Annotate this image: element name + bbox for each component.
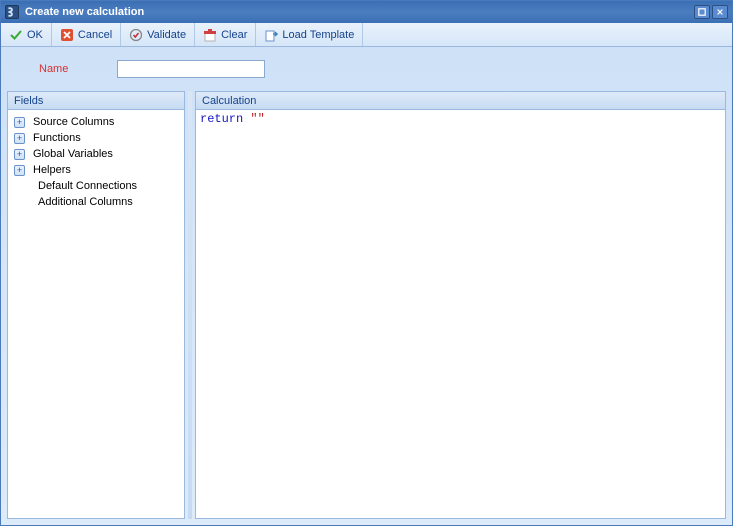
cancel-label: Cancel bbox=[78, 29, 112, 41]
check-icon bbox=[9, 28, 23, 42]
name-label: Name bbox=[39, 63, 117, 75]
calculation-panel: Calculation return "" bbox=[195, 91, 726, 519]
validate-button[interactable]: Validate bbox=[121, 23, 195, 46]
load-template-button[interactable]: Load Template bbox=[256, 23, 363, 46]
tree-item-source-columns[interactable]: + Source Columns bbox=[10, 114, 182, 130]
validate-label: Validate bbox=[147, 29, 186, 41]
dialog-window: Create new calculation OK Cancel Validat… bbox=[0, 0, 733, 526]
cancel-icon bbox=[60, 28, 74, 42]
tree-item-helpers[interactable]: + Helpers bbox=[10, 162, 182, 178]
cancel-button[interactable]: Cancel bbox=[52, 23, 121, 46]
load-template-icon bbox=[264, 28, 278, 42]
fields-panel: Fields + Source Columns + Functions + Gl… bbox=[7, 91, 185, 519]
name-row: Name bbox=[1, 47, 732, 91]
expand-icon[interactable]: + bbox=[14, 117, 25, 128]
tree-label: Additional Columns bbox=[38, 196, 133, 208]
calculation-header: Calculation bbox=[196, 92, 725, 110]
fields-tree: + Source Columns + Functions + Global Va… bbox=[8, 110, 184, 518]
ok-button[interactable]: OK bbox=[1, 23, 52, 46]
tree-item-default-connections[interactable]: Default Connections bbox=[10, 178, 182, 194]
tree-item-functions[interactable]: + Functions bbox=[10, 130, 182, 146]
clear-button[interactable]: Clear bbox=[195, 23, 256, 46]
expand-icon[interactable]: + bbox=[14, 149, 25, 160]
clear-icon bbox=[203, 28, 217, 42]
expand-icon[interactable]: + bbox=[14, 165, 25, 176]
tree-label: Functions bbox=[33, 132, 81, 144]
main-area: Fields + Source Columns + Functions + Gl… bbox=[1, 91, 732, 525]
tree-label: Helpers bbox=[33, 164, 71, 176]
app-icon bbox=[5, 5, 19, 19]
name-input[interactable] bbox=[117, 60, 265, 78]
expand-icon[interactable]: + bbox=[14, 133, 25, 144]
maximize-icon[interactable] bbox=[694, 5, 710, 19]
clear-label: Clear bbox=[221, 29, 247, 41]
validate-icon bbox=[129, 28, 143, 42]
window-title: Create new calculation bbox=[25, 6, 144, 18]
fields-header: Fields bbox=[8, 92, 184, 110]
titlebar: Create new calculation bbox=[1, 1, 732, 23]
code-string: "" bbox=[243, 112, 265, 126]
ok-label: OK bbox=[27, 29, 43, 41]
toolbar: OK Cancel Validate Clear Load Template bbox=[1, 23, 732, 47]
tree-label: Global Variables bbox=[33, 148, 113, 160]
load-template-label: Load Template bbox=[282, 29, 354, 41]
close-icon[interactable] bbox=[712, 5, 728, 19]
tree-item-additional-columns[interactable]: Additional Columns bbox=[10, 194, 182, 210]
tree-label: Default Connections bbox=[38, 180, 137, 192]
code-keyword: return bbox=[200, 112, 243, 126]
tree-label: Source Columns bbox=[33, 116, 114, 128]
tree-item-global-variables[interactable]: + Global Variables bbox=[10, 146, 182, 162]
splitter[interactable] bbox=[188, 91, 192, 519]
calculation-editor[interactable]: return "" bbox=[196, 110, 725, 518]
